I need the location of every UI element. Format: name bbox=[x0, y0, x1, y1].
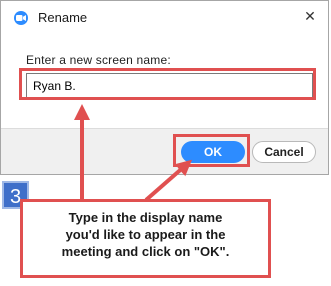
callout-line-3: meeting and click on "OK". bbox=[61, 244, 230, 259]
arrow-to-ok bbox=[144, 159, 193, 202]
callout-line-1: Type in the display name bbox=[68, 210, 223, 225]
callout-line-2: you'd like to appear in the bbox=[65, 227, 226, 242]
instruction-callout: Type in the display name you'd like to a… bbox=[20, 199, 271, 278]
